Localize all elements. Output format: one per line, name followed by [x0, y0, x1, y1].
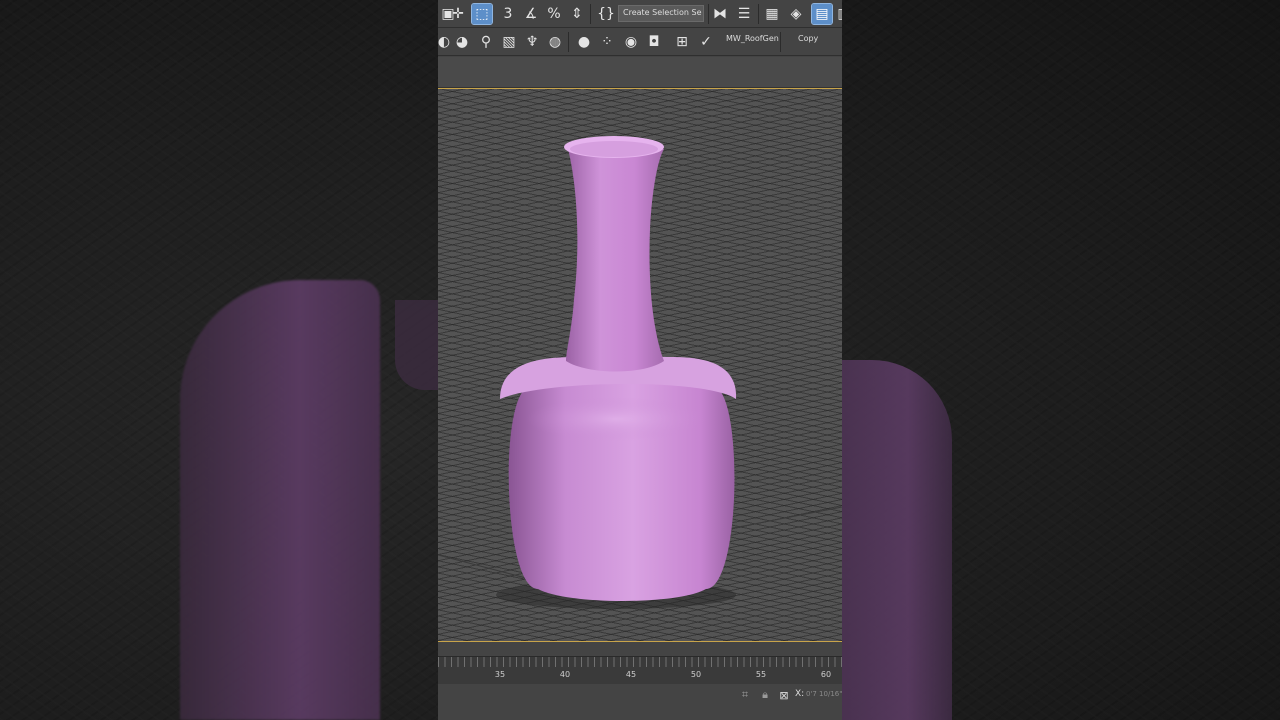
mirror-icon[interactable]: ⧓ — [710, 4, 730, 24]
blurred-vase-right — [842, 360, 952, 720]
percent-snap-icon[interactable]: % — [544, 4, 564, 24]
rendering-toolbar: ◐ ◕ ⚲ ▧ ♆ ◍ ● ⁘ ◉ ◘ ⊞ ✓ MW_RoofGen Copy — [438, 28, 842, 56]
timeline-tick-label: 50 — [690, 670, 702, 679]
toolbar-separator — [708, 4, 709, 24]
selection-set-dropdown[interactable]: Create Selection Se ▾ — [618, 5, 704, 22]
schematic-icon[interactable]: ◕ — [452, 32, 472, 52]
spinner-snap-icon[interactable]: ⇕ — [567, 4, 587, 24]
grid-axis-line — [727, 506, 842, 530]
vase-body — [508, 359, 735, 601]
angle-snap-icon[interactable]: ∡ — [521, 4, 541, 24]
lock-icon[interactable]: 🔒︎ — [758, 688, 772, 702]
light-icon[interactable]: ◘ — [644, 32, 664, 52]
3d-app-window: ▣ ✛ ⬚ 3 ∡ % ⇕ {} Create Selection Se ▾ ⧓… — [438, 0, 842, 720]
blurred-vase-neck-left — [395, 300, 440, 390]
viewport-label-strip — [438, 57, 842, 88]
toolbar-separator — [780, 32, 781, 52]
blurred-vase-left — [180, 280, 380, 720]
vase-neck — [566, 149, 664, 372]
toolbar-separator — [590, 4, 591, 24]
select-move-icon[interactable]: ✛ — [448, 4, 468, 24]
timeline-ticks — [438, 657, 842, 667]
snap-3d-icon[interactable]: 3 — [498, 4, 518, 24]
timeline-tick-label: 45 — [625, 670, 637, 679]
vase-opening — [570, 141, 658, 157]
vray-icon[interactable]: ✓ — [696, 32, 716, 52]
material-editor-icon[interactable]: ⚲ — [476, 32, 496, 52]
layer-explorer-icon[interactable]: ◈ — [786, 4, 806, 24]
vase-model[interactable] — [438, 89, 842, 642]
render-icon[interactable]: ◉ — [621, 32, 641, 52]
align-icon[interactable]: ☰ — [734, 4, 754, 24]
timeline-tick-label: 60 — [820, 670, 832, 679]
vase-shoulder-highlight — [526, 397, 706, 441]
timeline-tick-label: 55 — [755, 670, 767, 679]
x-coordinate-label: X: — [795, 689, 805, 699]
material-sphere-icon[interactable]: ● — [574, 32, 594, 52]
more-tools-icon[interactable]: ▥ — [834, 4, 842, 24]
scene-explorer-icon[interactable]: ▦ — [762, 4, 782, 24]
x-coordinate-field[interactable]: 0'7 10/16" — [806, 690, 842, 698]
absolute-mode-icon[interactable]: ⊠ — [777, 688, 791, 702]
material-browser-icon[interactable]: ⁘ — [597, 32, 617, 52]
render-frame-icon[interactable]: ◍ — [545, 32, 565, 52]
select-object-icon[interactable]: ⬚ — [471, 3, 493, 25]
environment-icon[interactable]: ♆ — [522, 32, 542, 52]
timeline-tick-label: 35 — [494, 670, 506, 679]
named-selection-icon[interactable]: {} — [596, 4, 616, 24]
toolbar-separator — [568, 32, 569, 52]
mw-roofgen-button[interactable]: MW_RoofGen — [726, 34, 779, 50]
status-bar: ⌗ 🔒︎ ⊠ X: 0'7 10/16" — [438, 684, 842, 720]
timeline-ruler[interactable]: 35 40 45 50 55 60 — [438, 656, 842, 684]
selection-set-dropdown-label: Create Selection Se — [623, 8, 702, 17]
ribbon-toggle-icon[interactable]: ▤ — [811, 3, 833, 25]
timeline-tick-label: 40 — [559, 670, 571, 679]
toolbar-separator — [758, 4, 759, 24]
layer-manager-icon[interactable]: ⊞ — [672, 32, 692, 52]
copy-button[interactable]: Copy — [798, 34, 818, 50]
main-toolbar: ▣ ✛ ⬚ 3 ∡ % ⇕ {} Create Selection Se ▾ ⧓… — [438, 0, 842, 28]
render-setup-icon[interactable]: ▧ — [499, 32, 519, 52]
perspective-viewport[interactable] — [438, 88, 842, 642]
isolate-selection-icon[interactable]: ⌗ — [738, 688, 752, 702]
